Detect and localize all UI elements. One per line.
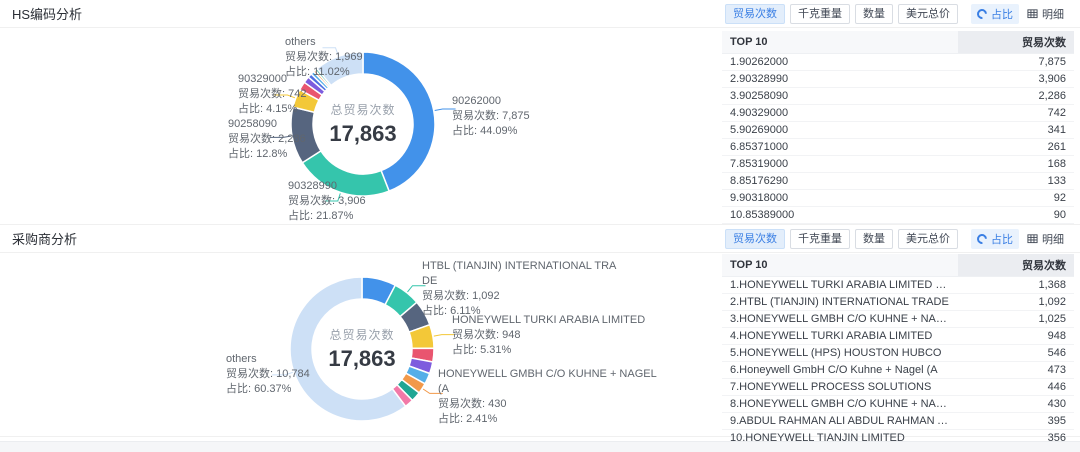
pie-icon [975, 6, 989, 20]
view-detail-label: 明细 [1042, 6, 1064, 22]
view-detail-button[interactable]: 明细 [1021, 229, 1070, 249]
trade-count-header: 贸易次数 [958, 254, 1074, 276]
buyer-toolbar: 贸易次数 千克重量 数量 美元总价 占比 明细 [725, 229, 1070, 249]
slice-label-90329000: 90329000 贸易次数: 742 占比: 4.15% [238, 72, 306, 117]
table-row[interactable]: 2.903289903,906 [722, 70, 1074, 87]
slice-label-90262000: 90262000 贸易次数: 7,875 占比: 44.09% [452, 94, 530, 139]
metric-usd-total-button[interactable]: 美元总价 [898, 4, 958, 24]
grid-icon [1027, 8, 1038, 19]
trade-count-header: 贸易次数 [958, 31, 1074, 53]
view-toggle-group: 占比 明细 [971, 4, 1070, 24]
slice-label-90328990: 90328990 贸易次数: 3,906 占比: 21.87% [288, 179, 366, 224]
metric-trade-count-button[interactable]: 贸易次数 [725, 4, 785, 24]
metric-kg-weight-button[interactable]: 千克重量 [790, 229, 850, 249]
table-row[interactable]: 8.85176290133 [722, 172, 1074, 189]
table-row[interactable]: 6.85371000261 [722, 138, 1074, 155]
view-detail-label: 明细 [1042, 231, 1064, 247]
top10-header: TOP 10 [722, 31, 958, 53]
metric-trade-count-button[interactable]: 贸易次数 [725, 229, 785, 249]
metric-kg-weight-button[interactable]: 千克重量 [790, 4, 850, 24]
grid-icon [1027, 233, 1038, 244]
table-row[interactable]: 3.HONEYWELL GMBH C/O KUHNE + NAGEL1,025 [722, 310, 1074, 327]
buyer-panel-header: 采购商分析 贸易次数 千克重量 数量 美元总价 占比 [0, 225, 1080, 253]
table-row[interactable]: 5.90269000341 [722, 121, 1074, 138]
hs-panel-header: HS编码分析 贸易次数 千克重量 数量 美元总价 占比 [0, 0, 1080, 28]
table-row[interactable]: 8.HONEYWELL GMBH C/O KUHNE + NAGEL (A430 [722, 395, 1074, 412]
hs-panel-body: 总贸易次数 17,863 others 贸易次数: 1,969 占比: 11.0… [0, 28, 1080, 225]
table-row[interactable]: 9.ABDUL RAHMAN ALI ABDUL RAHMAN AL-TU395 [722, 412, 1074, 429]
page-title: 采购商分析 [12, 229, 77, 248]
metric-usd-total-button[interactable]: 美元总价 [898, 229, 958, 249]
page-title: HS编码分析 [12, 4, 82, 23]
donut-slice[interactable] [363, 52, 435, 191]
view-proportion-label: 占比 [991, 231, 1013, 247]
view-proportion-label: 占比 [991, 6, 1013, 22]
view-detail-button[interactable]: 明细 [1021, 4, 1070, 24]
next-panel-edge [0, 441, 1080, 452]
view-toggle-group: 占比 明细 [971, 229, 1070, 249]
slice-label-90258090: 90258090 贸易次数: 2,286 占比: 12.8% [228, 117, 306, 162]
table-row[interactable]: 10.8538900090 [722, 206, 1074, 223]
slice-label-htbl-tianjin: HTBL (TIANJIN) INTERNATIONAL TRA DE 贸易次数… [422, 259, 616, 319]
table-row[interactable]: 7.85319000168 [722, 155, 1074, 172]
buyer-top10-table: TOP 10 贸易次数 1.HONEYWELL TURKI ARABIA LIM… [722, 254, 1074, 447]
top10-header: TOP 10 [722, 254, 958, 276]
table-row[interactable]: 4.HONEYWELL TURKI ARABIA LIMITED948 [722, 327, 1074, 344]
analytics-dashboard: HS编码分析 贸易次数 千克重量 数量 美元总价 占比 [0, 0, 1080, 452]
section-hs-code-analysis: HS编码分析 贸易次数 千克重量 数量 美元总价 占比 [0, 0, 1080, 225]
table-row[interactable]: 4.90329000742 [722, 104, 1074, 121]
metric-quantity-button[interactable]: 数量 [855, 229, 893, 249]
metric-quantity-button[interactable]: 数量 [855, 4, 893, 24]
pie-icon [975, 231, 989, 245]
view-proportion-button[interactable]: 占比 [971, 229, 1019, 249]
table-header-row: TOP 10 贸易次数 [722, 31, 1074, 53]
table-row[interactable]: 1.HONEYWELL TURKI ARABIA LIMITED SAUD1,3… [722, 276, 1074, 293]
slice-label-others: others 贸易次数: 10,784 占比: 60.37% [226, 352, 310, 397]
table-row[interactable]: 9.9031800092 [722, 189, 1074, 206]
table-row[interactable]: 1.902620007,875 [722, 53, 1074, 70]
buyer-panel-body: 总贸易次数 17,863 HTBL (TIANJIN) INTERNATIONA… [0, 253, 1080, 437]
table-row[interactable]: 6.Honeywell GmbH C/O Kuhne + Nagel (A473 [722, 361, 1074, 378]
section-buyer-analysis: 采购商分析 贸易次数 千克重量 数量 美元总价 占比 [0, 225, 1080, 437]
view-proportion-button[interactable]: 占比 [971, 4, 1019, 24]
hs-toolbar: 贸易次数 千克重量 数量 美元总价 占比 明细 [725, 4, 1070, 24]
table-row[interactable]: 5.HONEYWELL (HPS) HOUSTON HUBCO546 [722, 344, 1074, 361]
slice-label-honeywell-turki: HONEYWELL TURKI ARABIA LIMITED 贸易次数: 948… [452, 313, 645, 358]
slice-label-honeywell-gmbh: HONEYWELL GMBH C/O KUHNE + NAGEL (A 贸易次数… [438, 367, 657, 427]
table-row[interactable]: 7.HONEYWELL PROCESS SOLUTIONS446 [722, 378, 1074, 395]
hs-top10-table: TOP 10 贸易次数 1.902620007,875 2.903289903,… [722, 31, 1074, 224]
table-row[interactable]: 3.902580902,286 [722, 87, 1074, 104]
table-row[interactable]: 2.HTBL (TIANJIN) INTERNATIONAL TRADE1,09… [722, 293, 1074, 310]
table-header-row: TOP 10 贸易次数 [722, 254, 1074, 276]
